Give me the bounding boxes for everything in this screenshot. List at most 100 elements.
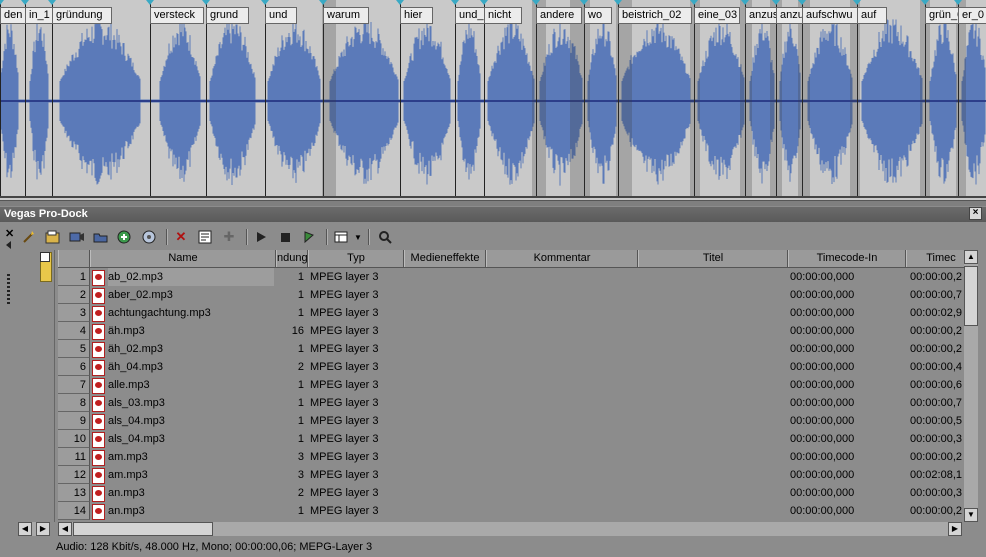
- stop-icon[interactable]: [276, 228, 294, 246]
- vertical-scrollbar[interactable]: ▲ ▼: [964, 250, 978, 522]
- column-header[interactable]: ndungs: [276, 250, 308, 267]
- folder-icon[interactable]: [40, 252, 52, 282]
- table-row[interactable]: 1 ab_02.mp3 1 MPEG layer 3 00:00:00,000 00:00…: [58, 268, 964, 286]
- wand-icon[interactable]: [20, 228, 38, 246]
- scroll-thumb[interactable]: [964, 266, 978, 326]
- views-icon[interactable]: [332, 228, 350, 246]
- table-row[interactable]: 11 am.mp3 3 MPEG layer 3 00:00:00,000 00:00:0…: [58, 448, 964, 466]
- column-header[interactable]: Name: [90, 250, 276, 267]
- media-type: MPEG layer 3: [310, 433, 379, 445]
- capture-video-icon[interactable]: [68, 228, 86, 246]
- crossfade-area: [740, 0, 752, 198]
- timeline-region-label[interactable]: in_1: [25, 7, 53, 24]
- region-marker-icon[interactable]: [261, 0, 269, 5]
- timeline-region-label[interactable]: wo: [584, 7, 612, 24]
- chevron-down-icon[interactable]: ▼: [349, 228, 367, 246]
- region-marker-icon[interactable]: [0, 0, 4, 5]
- table-row[interactable]: 2 aber_02.mp3 1 MPEG layer 3 00:00:00,000 00:…: [58, 286, 964, 304]
- table-row[interactable]: 14 an.mp3 1 MPEG layer 3 00:00:00,000 00:00:0…: [58, 502, 964, 520]
- timeline-region-label[interactable]: beistrich_02: [618, 7, 692, 24]
- media-bins-tree[interactable]: [18, 250, 55, 522]
- column-header[interactable]: Timecode-In: [788, 250, 906, 267]
- table-row[interactable]: 5 äh_02.mp3 1 MPEG layer 3 00:00:00,000 00:00…: [58, 340, 964, 358]
- scroll-up-icon[interactable]: ▲: [964, 250, 978, 264]
- region-marker-icon[interactable]: [146, 0, 154, 5]
- open-folder-icon[interactable]: [92, 228, 110, 246]
- region-marker-icon[interactable]: [580, 0, 588, 5]
- region-marker-icon[interactable]: [772, 0, 780, 5]
- timeline-region-label[interactable]: aufschwu: [802, 7, 858, 24]
- timeline-region-label[interactable]: eine_03: [694, 7, 740, 24]
- timeline-region-label[interactable]: andere: [536, 7, 582, 24]
- region-marker-icon[interactable]: [741, 0, 749, 5]
- timecode-out: 00:00:02,9: [910, 307, 962, 319]
- close-icon[interactable]: ✕: [5, 227, 14, 240]
- import-media-icon[interactable]: [44, 228, 62, 246]
- region-marker-icon[interactable]: [921, 0, 929, 5]
- delete-icon[interactable]: ✕: [172, 228, 190, 246]
- region-marker-icon[interactable]: [48, 0, 56, 5]
- scroll-thumb[interactable]: [73, 522, 213, 536]
- timeline-region-label[interactable]: warum: [323, 7, 369, 24]
- cd-icon[interactable]: [140, 228, 158, 246]
- region-marker-icon[interactable]: [396, 0, 404, 5]
- column-header[interactable]: Kommentar: [486, 250, 638, 267]
- properties-icon[interactable]: [196, 228, 214, 246]
- timeline-region-label[interactable]: den: [0, 7, 26, 24]
- column-header[interactable]: Medieneffekte: [404, 250, 486, 267]
- play-icon[interactable]: [252, 228, 270, 246]
- scroll-left-icon[interactable]: ◀: [18, 522, 32, 536]
- auto-preview-icon[interactable]: [300, 228, 318, 246]
- timeline-region-label[interactable]: versteck: [150, 7, 204, 24]
- media-type: MPEG layer 3: [310, 415, 379, 427]
- grip-handle[interactable]: [7, 274, 10, 304]
- region-marker-icon[interactable]: [532, 0, 540, 5]
- timeline-region-label[interactable]: er_0: [958, 7, 986, 24]
- timeline-region-label[interactable]: grund: [206, 7, 249, 24]
- timeline-track[interactable]: den in_1 gründung versteck grund und warum hier…: [0, 0, 986, 200]
- add-effect-icon[interactable]: ✚: [220, 228, 238, 246]
- region-marker-icon[interactable]: [614, 0, 622, 5]
- horizontal-scrollbar[interactable]: ◀ ▶: [58, 522, 962, 536]
- region-marker-icon[interactable]: [690, 0, 698, 5]
- region-marker-icon[interactable]: [202, 0, 210, 5]
- audio-file-icon: [92, 324, 105, 340]
- table-row[interactable]: 6 äh_04.mp3 2 MPEG layer 3 00:00:00,000 00:00…: [58, 358, 964, 376]
- timeline-region-label[interactable]: und: [265, 7, 297, 24]
- tree-horizontal-scrollbar[interactable]: ◀ ▶: [18, 522, 50, 536]
- table-row[interactable]: 9 als_04.mp3 1 MPEG layer 3 00:00:00,000 00:0…: [58, 412, 964, 430]
- region-marker-icon[interactable]: [451, 0, 459, 5]
- table-row[interactable]: 12 am.mp3 3 MPEG layer 3 00:00:00,000 00:02:0…: [58, 466, 964, 484]
- timecode-in: 00:00:00,000: [790, 433, 855, 445]
- table-row[interactable]: 10 als_04.mp3 1 MPEG layer 3 00:00:00,000 00:…: [58, 430, 964, 448]
- search-icon[interactable]: [376, 228, 394, 246]
- scroll-left-icon[interactable]: ◀: [58, 522, 72, 536]
- chevron-left-icon[interactable]: [6, 241, 11, 249]
- timeline-region-label[interactable]: gründung: [52, 7, 112, 24]
- timecode-in: 00:00:00,000: [790, 451, 855, 463]
- region-marker-icon[interactable]: [853, 0, 861, 5]
- timeline-region-label[interactable]: auf: [857, 7, 887, 24]
- table-row[interactable]: 8 als_03.mp3 1 MPEG layer 3 00:00:00,000 00:0…: [58, 394, 964, 412]
- table-row[interactable]: 3 achtungachtung.mp3 1 MPEG layer 3 00:00:00…: [58, 304, 964, 322]
- column-header[interactable]: Typ: [308, 250, 404, 267]
- column-header[interactable]: Timec: [906, 250, 964, 267]
- get-media-icon[interactable]: [116, 228, 134, 246]
- timeline-region-label[interactable]: und_: [455, 7, 487, 24]
- timeline-region-label[interactable]: hier: [400, 7, 433, 24]
- timecode-in: 00:00:00,000: [790, 271, 855, 283]
- table-row[interactable]: 7 alle.mp3 1 MPEG layer 3 00:00:00,000 00:00:…: [58, 376, 964, 394]
- table-row[interactable]: 4 äh.mp3 16 MPEG layer 3 00:00:00,000 00:00:0…: [58, 322, 964, 340]
- close-icon[interactable]: ×: [969, 207, 982, 220]
- table-row[interactable]: 13 an.mp3 2 MPEG layer 3 00:00:00,000 00:00:0…: [58, 484, 964, 502]
- scroll-right-icon[interactable]: ▶: [948, 522, 962, 536]
- region-marker-icon[interactable]: [798, 0, 806, 5]
- column-header[interactable]: Titel: [638, 250, 788, 267]
- timeline-region-label[interactable]: nicht: [484, 7, 522, 24]
- region-marker-icon[interactable]: [480, 0, 488, 5]
- region-marker-icon[interactable]: [319, 0, 327, 5]
- region-marker-icon[interactable]: [954, 0, 962, 5]
- scroll-right-icon[interactable]: ▶: [36, 522, 50, 536]
- scroll-down-icon[interactable]: ▼: [964, 508, 978, 522]
- region-marker-icon[interactable]: [21, 0, 29, 5]
